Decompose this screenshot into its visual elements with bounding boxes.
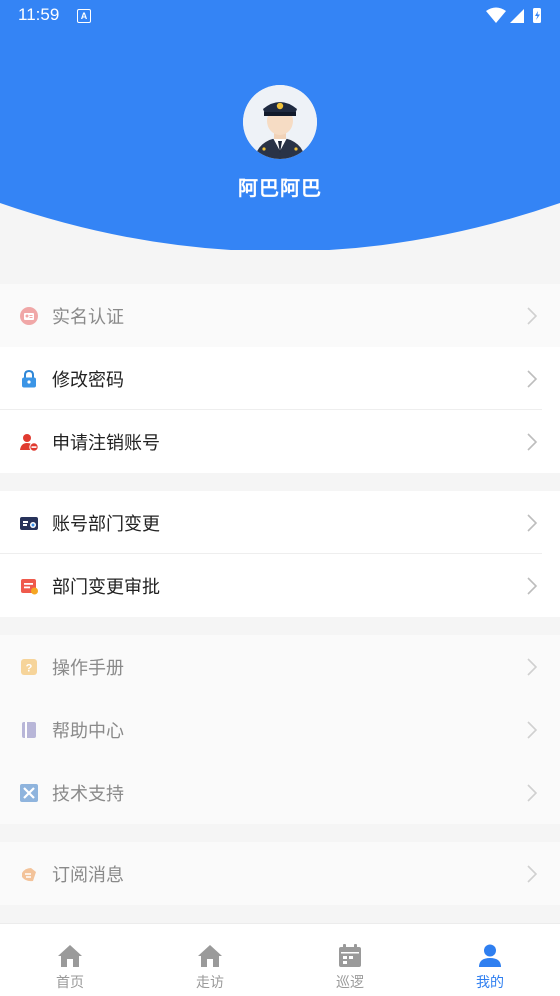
manual-icon: ?: [21, 658, 37, 675]
menu-item-label: 申请注销账号: [52, 432, 160, 454]
menu-item-department-approval[interactable]: 部门变更审批: [0, 554, 560, 617]
menu-item-label: 操作手册: [52, 657, 124, 679]
svg-text:?: ?: [26, 662, 33, 674]
chevron-right-icon: [527, 513, 538, 532]
tab-label: 首页: [56, 975, 84, 991]
menu-item-label: 订阅消息: [52, 864, 124, 886]
home-icon: [58, 945, 82, 967]
profile-header: 11:59 A 阿巴阿巴: [0, 0, 560, 250]
menu-item-manual[interactable]: ? 操作手册: [0, 635, 560, 698]
approval-icon: [21, 578, 38, 594]
profile-name: 阿巴阿巴: [238, 176, 322, 200]
help-book-icon: [22, 721, 36, 738]
police-avatar-icon: [243, 85, 317, 159]
menu-group-department: 账号部门变更 部门变更审批: [0, 491, 560, 617]
chevron-right-icon: [527, 576, 538, 595]
menu-group-subscribe: 订阅消息: [0, 842, 560, 905]
user-icon: [479, 944, 501, 967]
menu-item-label: 账号部门变更: [52, 513, 160, 535]
id-card-icon: [20, 306, 38, 325]
menu-group-account: 实名认证 修改密码 申请注销账号: [0, 284, 560, 473]
menu-item-label: 帮助中心: [52, 720, 124, 742]
avatar[interactable]: [243, 85, 317, 159]
wifi-signal-battery-icon: [486, 7, 541, 23]
chevron-right-icon: [527, 306, 538, 325]
home-icon: [198, 945, 222, 967]
calendar-icon: [339, 944, 361, 967]
tab-home[interactable]: 首页: [0, 924, 140, 996]
chevron-right-icon: [527, 432, 538, 451]
menu-item-label: 技术支持: [52, 783, 124, 805]
chevron-right-icon: [527, 720, 538, 739]
chevron-right-icon: [527, 864, 538, 883]
chevron-right-icon: [527, 369, 538, 388]
tools-icon: [20, 783, 38, 802]
lock-icon: [22, 369, 36, 387]
status-time: 11:59: [18, 5, 60, 24]
menu-item-change-password[interactable]: 修改密码: [0, 347, 560, 410]
department-card-icon: [20, 516, 38, 530]
menu-item-label: 修改密码: [52, 369, 124, 391]
menu-item-cancel-account[interactable]: 申请注销账号: [0, 410, 560, 473]
menu-item-subscribe[interactable]: 订阅消息: [0, 842, 560, 905]
user-remove-icon: [20, 433, 39, 452]
chevron-right-icon: [527, 657, 538, 676]
tab-label: 巡逻: [336, 975, 364, 991]
bottom-tab-bar: 首页 走访 巡逻 我的: [0, 923, 560, 996]
tab-label: 走访: [196, 975, 224, 991]
notification-badge-icon: A: [77, 9, 91, 23]
tab-patrol[interactable]: 巡逻: [280, 924, 420, 996]
menu-item-tech-support[interactable]: 技术支持: [0, 761, 560, 824]
menu-item-label: 实名认证: [52, 306, 124, 328]
menu-item-label: 部门变更审批: [52, 576, 160, 598]
tab-mine[interactable]: 我的: [420, 924, 560, 996]
subscribe-icon: [22, 867, 36, 881]
status-icons: [486, 7, 546, 29]
menu-item-real-name-auth[interactable]: 实名认证: [0, 284, 560, 347]
tab-visit[interactable]: 走访: [140, 924, 280, 996]
menu-group-help: ? 操作手册 帮助中心 技术支持: [0, 635, 560, 824]
menu-item-department-change[interactable]: 账号部门变更: [0, 491, 560, 554]
chevron-right-icon: [527, 783, 538, 802]
status-bar: 11:59 A: [0, 0, 560, 32]
menu-item-help-center[interactable]: 帮助中心: [0, 698, 560, 761]
tab-label: 我的: [476, 975, 504, 991]
